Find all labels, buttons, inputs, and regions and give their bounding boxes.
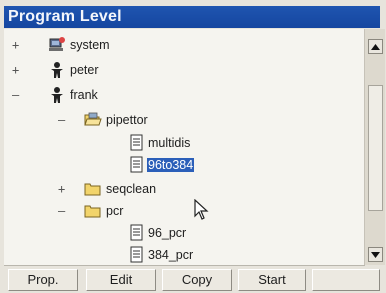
- tree-item-label: pipettor: [106, 113, 148, 127]
- open-folder-icon: [84, 112, 102, 126]
- expand-toggle[interactable]: +: [58, 182, 65, 196]
- user-icon: [51, 62, 63, 78]
- copy-button[interactable]: Copy: [162, 269, 232, 291]
- edit-button[interactable]: Edit: [86, 269, 156, 291]
- mouse-cursor-icon: [194, 199, 209, 220]
- arrow-down-icon: [371, 251, 380, 258]
- tree-item-label-selected: 96to384: [147, 158, 195, 172]
- collapse-toggle[interactable]: –: [12, 88, 19, 102]
- scroll-down-button[interactable]: [368, 247, 383, 262]
- expand-toggle[interactable]: +: [12, 63, 19, 77]
- prop-button[interactable]: Prop.: [8, 269, 78, 291]
- window-title: Program Level: [4, 6, 380, 28]
- blank-button[interactable]: [312, 269, 380, 291]
- tree-item-peter[interactable]: + peter: [4, 60, 354, 80]
- tree-item-label: system: [70, 38, 110, 52]
- tree-item-frank[interactable]: – frank: [4, 85, 354, 105]
- system-computer-icon: [49, 37, 65, 51]
- user-icon: [51, 87, 63, 103]
- button-bar: Prop. Edit Copy Start: [4, 269, 384, 291]
- scroll-up-button[interactable]: [368, 39, 383, 54]
- scroll-thumb[interactable]: [368, 85, 383, 211]
- tree-item-label: seqclean: [106, 182, 157, 196]
- tree-item-96-pcr[interactable]: 96_pcr: [4, 223, 354, 243]
- expand-toggle[interactable]: +: [12, 38, 19, 52]
- tree-item-label: 96_pcr: [148, 226, 187, 240]
- folder-icon: [84, 183, 101, 196]
- start-button[interactable]: Start: [238, 269, 306, 291]
- tree-item-pcr[interactable]: – pcr: [4, 201, 354, 221]
- collapse-toggle[interactable]: –: [58, 113, 65, 127]
- tree-item-label: 384_pcr: [148, 248, 194, 262]
- tree-item-384-pcr[interactable]: 384_pcr: [4, 245, 354, 265]
- program-level-window: Program Level + system + peter – frank –…: [0, 0, 386, 293]
- folder-icon: [84, 205, 101, 218]
- tree-item-multidis[interactable]: multidis: [4, 133, 354, 153]
- vertical-scrollbar[interactable]: [364, 29, 385, 265]
- tree-item-label: peter: [70, 63, 99, 77]
- document-icon: [130, 156, 143, 173]
- tree-item-label: frank: [70, 88, 98, 102]
- arrow-up-icon: [371, 43, 380, 50]
- program-tree[interactable]: + system + peter – frank – pipettor mult…: [4, 29, 365, 266]
- tree-item-seqclean[interactable]: + seqclean: [4, 179, 354, 199]
- tree-item-label: multidis: [148, 136, 191, 150]
- tree-item-96to384[interactable]: 96to384: [4, 155, 354, 175]
- tree-item-system[interactable]: + system: [4, 35, 354, 55]
- tree-item-label: pcr: [106, 204, 124, 218]
- collapse-toggle[interactable]: –: [58, 204, 65, 218]
- document-icon: [130, 246, 143, 263]
- document-icon: [130, 224, 143, 241]
- document-icon: [130, 134, 143, 151]
- tree-item-pipettor[interactable]: – pipettor: [4, 110, 354, 130]
